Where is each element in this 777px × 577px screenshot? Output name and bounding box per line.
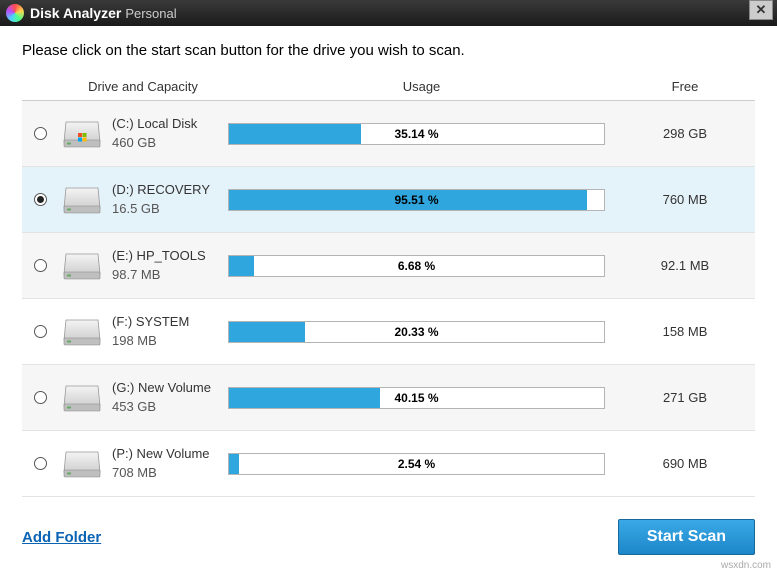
drive-cell: (C:) Local Disk 460 GB <box>58 115 228 151</box>
drive-row[interactable]: (F:) SYSTEM 198 MB 20.33 % 158 MB <box>22 299 755 365</box>
usage-label: 6.68 % <box>229 256 604 276</box>
drive-cell: (D:) RECOVERY 16.5 GB <box>58 181 228 217</box>
free-cell: 690 MB <box>615 456 755 471</box>
hdd-icon <box>62 184 102 216</box>
usage-label: 35.14 % <box>229 124 604 144</box>
hdd-icon <box>62 448 102 480</box>
header-free: Free <box>615 79 755 94</box>
radio-cell[interactable] <box>22 391 58 404</box>
header-usage: Usage <box>228 79 615 94</box>
drive-capacity: 460 GB <box>112 134 197 152</box>
radio-button[interactable] <box>34 127 47 140</box>
radio-cell[interactable] <box>22 259 58 272</box>
radio-button[interactable] <box>34 457 47 470</box>
drive-capacity: 708 MB <box>112 464 210 482</box>
drive-row[interactable]: (G:) New Volume 453 GB 40.15 % 271 GB <box>22 365 755 431</box>
usage-bar: 40.15 % <box>228 387 605 409</box>
drive-list: (C:) Local Disk 460 GB 35.14 % 298 GB (D… <box>22 101 755 497</box>
drive-name: (D:) RECOVERY <box>112 181 210 199</box>
drive-cell: (G:) New Volume 453 GB <box>58 379 228 415</box>
usage-cell: 6.68 % <box>228 255 615 277</box>
header-drive: Drive and Capacity <box>58 79 228 94</box>
drive-name: (F:) SYSTEM <box>112 313 189 331</box>
drive-row[interactable]: (D:) RECOVERY 16.5 GB 95.51 % 760 MB <box>22 167 755 233</box>
table-header: Drive and Capacity Usage Free <box>22 73 755 101</box>
app-edition: Personal <box>125 6 176 21</box>
usage-cell: 2.54 % <box>228 453 615 475</box>
usage-bar: 20.33 % <box>228 321 605 343</box>
drive-capacity: 453 GB <box>112 398 211 416</box>
radio-cell[interactable] <box>22 325 58 338</box>
instruction-text: Please click on the start scan button fo… <box>22 42 755 59</box>
app-title: Disk Analyzer <box>30 5 121 21</box>
drive-name: (C:) Local Disk <box>112 115 197 133</box>
drive-row[interactable]: (E:) HP_TOOLS 98.7 MB 6.68 % 92.1 MB <box>22 233 755 299</box>
watermark: wsxdn.com <box>721 560 771 571</box>
drive-row[interactable]: (P:) New Volume 708 MB 2.54 % 690 MB <box>22 431 755 497</box>
usage-label: 2.54 % <box>229 454 604 474</box>
usage-bar: 35.14 % <box>228 123 605 145</box>
usage-label: 20.33 % <box>229 322 604 342</box>
free-cell: 298 GB <box>615 126 755 141</box>
usage-cell: 35.14 % <box>228 123 615 145</box>
drive-name: (E:) HP_TOOLS <box>112 247 206 265</box>
hdd-icon <box>62 382 102 414</box>
usage-cell: 20.33 % <box>228 321 615 343</box>
usage-bar: 6.68 % <box>228 255 605 277</box>
radio-button[interactable] <box>34 325 47 338</box>
hdd-icon <box>62 250 102 282</box>
drive-cell: (F:) SYSTEM 198 MB <box>58 313 228 349</box>
footer: Add Folder Start Scan <box>0 509 777 569</box>
radio-button[interactable] <box>34 259 47 272</box>
usage-bar: 95.51 % <box>228 189 605 211</box>
free-cell: 158 MB <box>615 324 755 339</box>
drive-cell: (P:) New Volume 708 MB <box>58 445 228 481</box>
free-cell: 271 GB <box>615 390 755 405</box>
usage-bar: 2.54 % <box>228 453 605 475</box>
free-cell: 760 MB <box>615 192 755 207</box>
add-folder-link[interactable]: Add Folder <box>22 529 101 546</box>
usage-label: 40.15 % <box>229 388 604 408</box>
radio-button[interactable] <box>34 193 47 206</box>
drive-capacity: 16.5 GB <box>112 200 210 218</box>
usage-cell: 40.15 % <box>228 387 615 409</box>
radio-button[interactable] <box>34 391 47 404</box>
drive-capacity: 98.7 MB <box>112 266 206 284</box>
radio-cell[interactable] <box>22 457 58 470</box>
hdd-icon <box>62 316 102 348</box>
start-scan-button[interactable]: Start Scan <box>618 519 755 555</box>
hdd-icon <box>62 118 102 150</box>
drive-capacity: 198 MB <box>112 332 189 350</box>
drive-name: (G:) New Volume <box>112 379 211 397</box>
titlebar: Disk Analyzer Personal ✕ <box>0 0 777 26</box>
drive-name: (P:) New Volume <box>112 445 210 463</box>
usage-cell: 95.51 % <box>228 189 615 211</box>
app-icon <box>6 4 24 22</box>
radio-cell[interactable] <box>22 193 58 206</box>
close-button[interactable]: ✕ <box>749 0 773 20</box>
drive-row[interactable]: (C:) Local Disk 460 GB 35.14 % 298 GB <box>22 101 755 167</box>
free-cell: 92.1 MB <box>615 258 755 273</box>
usage-label: 95.51 % <box>229 190 604 210</box>
radio-cell[interactable] <box>22 127 58 140</box>
drive-cell: (E:) HP_TOOLS 98.7 MB <box>58 247 228 283</box>
